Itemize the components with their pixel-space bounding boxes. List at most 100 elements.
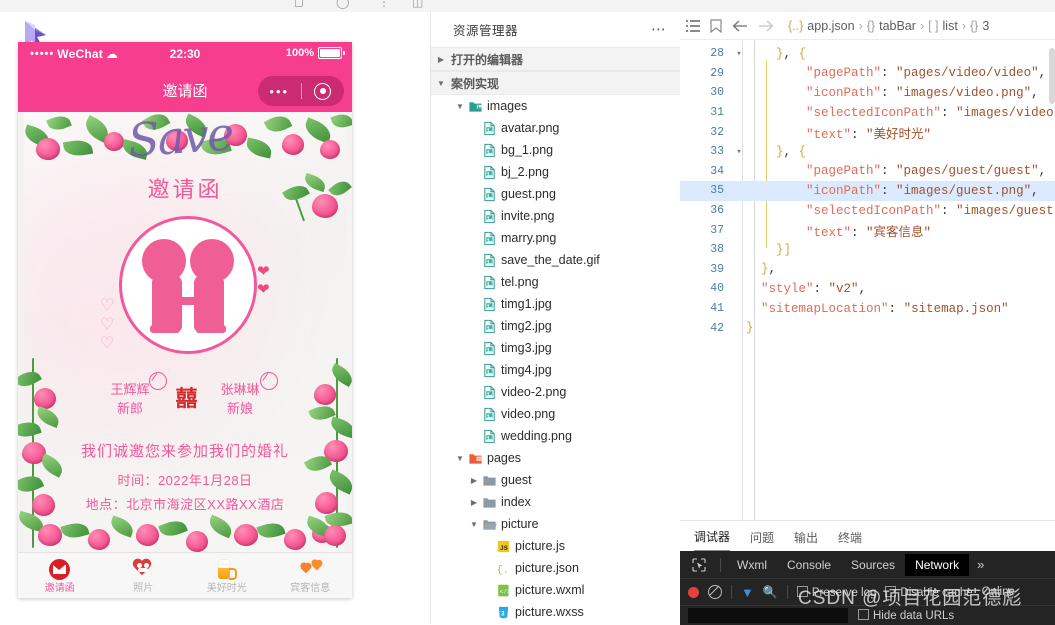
breadcrumb-item[interactable]: tabBar: [879, 19, 916, 33]
code-line[interactable]: 37 "text": "宾客信息": [680, 220, 1055, 240]
fold-chevron-icon[interactable]: ▾: [732, 49, 746, 59]
inspect-element-icon[interactable]: [688, 556, 710, 574]
toolbar-icon-4[interactable]: ◫: [412, 0, 423, 8]
devtools-tab[interactable]: Network: [905, 553, 970, 576]
tree-item[interactable]: ▶ index: [431, 491, 681, 513]
invitation-page: Save 邀请函 ❤ ❤ ♡ ♡ ♡ 王辉辉 新郎 囍 张琳琳 新娘 我们诚邀您…: [18, 112, 352, 552]
code-line[interactable]: 31 "selectedIconPath": "images/video.png…: [680, 103, 1055, 123]
ellipsis-icon[interactable]: ⋯: [651, 22, 667, 37]
code-line[interactable]: 42}: [680, 318, 1055, 338]
tab-video[interactable]: 美好时光: [185, 553, 269, 598]
tab-invitation[interactable]: 邀请函: [18, 553, 102, 598]
chevron-down-icon[interactable]: ▼: [453, 454, 467, 463]
tree-item[interactable]: bj_2.png: [431, 161, 681, 183]
tree-item[interactable]: ▼ <> pages: [431, 447, 681, 469]
tree-item[interactable]: 3 picture.wxss: [431, 601, 681, 623]
tree-item[interactable]: marry.png: [431, 227, 681, 249]
tree-item[interactable]: timg1.jpg: [431, 293, 681, 315]
code-text: "text": "美好时光": [806, 127, 932, 142]
tree-item[interactable]: tel.png: [431, 271, 681, 293]
code-line[interactable]: 41 "sitemapLocation": "sitemap.json": [680, 299, 1055, 319]
tree-item[interactable]: bg_1.png: [431, 139, 681, 161]
record-icon[interactable]: [688, 586, 699, 598]
tree-item[interactable]: timg2.jpg: [431, 315, 681, 337]
code-line[interactable]: 34 "pagePath": "pages/guest/guest",: [680, 162, 1055, 182]
toolbar-icon-3[interactable]: ⋮: [378, 0, 390, 8]
breadcrumb-item[interactable]: app.json: [807, 19, 854, 33]
tree-item[interactable]: ▼ images: [431, 95, 681, 117]
tree-item[interactable]: ▶ guest: [431, 469, 681, 491]
fold-chevron-icon[interactable]: ▾: [732, 147, 746, 157]
phone-simulator[interactable]: ••••• WeChat ☁ 22:30 100% 邀请函 ••• Save 邀…: [18, 42, 352, 598]
panel-tab[interactable]: 问题: [750, 529, 774, 551]
code-line[interactable]: 30 "iconPath": "images/video.png",: [680, 83, 1055, 103]
couple-silhouette-icon: [140, 239, 236, 333]
hide-data-urls-checkbox[interactable]: Hide data URLs: [858, 609, 954, 622]
line-number: 34: [710, 164, 724, 178]
list-icon[interactable]: [686, 19, 700, 32]
file-tree[interactable]: ▼ images avatar.png bg_1.png bj_2.png guest.p…: [431, 95, 681, 623]
tree-item[interactable]: timg3.jpg: [431, 337, 681, 359]
code-line[interactable]: 32 "text": "美好时光": [680, 122, 1055, 142]
devtools-tab[interactable]: Console: [777, 554, 841, 576]
tree-item[interactable]: </> picture.wxml: [431, 579, 681, 601]
capsule-target-icon[interactable]: [302, 82, 345, 100]
breadcrumb[interactable]: {..} app.json ›{} tabBar ›[ ] list ›{} 3: [788, 19, 989, 33]
breadcrumb-item[interactable]: 3: [982, 19, 989, 33]
tree-item[interactable]: video-2.png: [431, 381, 681, 403]
tree-item[interactable]: JS picture.js: [431, 535, 681, 557]
code-editor[interactable]: 28 ▾ }, {29 "pagePath": "pages/video/vide…: [680, 40, 1055, 520]
chevron-right-icon[interactable]: ▶: [467, 498, 481, 507]
code-line[interactable]: 36 "selectedIconPath": "images/guest.png…: [680, 201, 1055, 221]
arrow-right-icon[interactable]: [758, 20, 774, 32]
toolbar-icon-2[interactable]: ◯: [336, 0, 349, 8]
code-line[interactable]: 29 "pagePath": "pages/video/video",: [680, 64, 1055, 84]
tab-photos[interactable]: 照片: [102, 553, 186, 598]
panel-tab[interactable]: 终端: [838, 529, 862, 551]
filter-icon[interactable]: ▼: [741, 585, 754, 600]
code-line[interactable]: 40 "style": "v2",: [680, 279, 1055, 299]
clear-icon[interactable]: [708, 585, 722, 599]
tree-item[interactable]: avatar.png: [431, 117, 681, 139]
chevron-down-icon[interactable]: ▼: [467, 520, 481, 529]
tree-item-label: bg_1.png: [501, 143, 554, 157]
filter-input[interactable]: [688, 608, 848, 623]
code-line[interactable]: 35 "iconPath": "images/guest.png",: [680, 181, 1055, 201]
section-project[interactable]: ▼ 案例实现: [431, 71, 681, 95]
capsule-more-icon[interactable]: •••: [258, 85, 301, 98]
breadcrumb-item[interactable]: list: [943, 19, 958, 33]
tree-item[interactable]: ▼ picture: [431, 513, 681, 535]
arrow-left-icon[interactable]: [732, 20, 748, 32]
devtools-tab-bar[interactable]: Wxml Console Sources Network»: [680, 551, 1055, 579]
devtools-tab[interactable]: Sources: [841, 554, 905, 576]
tree-item[interactable]: video.png: [431, 403, 681, 425]
tree-item[interactable]: guest.png: [431, 183, 681, 205]
devtools-tab[interactable]: Wxml: [727, 554, 777, 576]
panel-tab[interactable]: 调试器: [694, 528, 731, 551]
wxss-icon: 3: [495, 605, 512, 620]
folder-icon: [481, 495, 498, 510]
chevron-down-icon[interactable]: ▼: [453, 102, 467, 111]
tree-item[interactable]: timg4.jpg: [431, 359, 681, 381]
panel-tab[interactable]: 输出: [794, 529, 818, 551]
tree-item[interactable]: wedding.png: [431, 425, 681, 447]
tree-item[interactable]: save_the_date.gif: [431, 249, 681, 271]
section-open-editors-label: 打开的编辑器: [451, 52, 524, 67]
code-line[interactable]: 39 },: [680, 260, 1055, 280]
toolbar-icon-1[interactable]: ◻: [294, 0, 304, 8]
invitation-place-line: 地点：北京市海淀区XX路XX酒店: [85, 497, 285, 512]
devtools-more-icon[interactable]: »: [969, 557, 992, 572]
tab-guest[interactable]: 宾客信息: [269, 553, 353, 598]
code-line[interactable]: 33 ▾ }, {: [680, 142, 1055, 162]
bookmark-icon[interactable]: [710, 18, 722, 33]
tree-item[interactable]: invite.png: [431, 205, 681, 227]
wechat-capsule[interactable]: •••: [258, 76, 344, 106]
chevron-right-icon[interactable]: ▶: [467, 476, 481, 485]
code-line[interactable]: 38 }]: [680, 240, 1055, 260]
tree-item[interactable]: {..} picture.json: [431, 557, 681, 579]
section-open-editors[interactable]: ▶ 打开的编辑器: [431, 47, 681, 71]
code-line[interactable]: 28 ▾ }, {: [680, 44, 1055, 64]
search-icon[interactable]: 🔍: [763, 585, 778, 599]
panel-tab-bar[interactable]: 调试器 问题 输出 终端: [680, 520, 1055, 551]
divider: [731, 585, 732, 599]
